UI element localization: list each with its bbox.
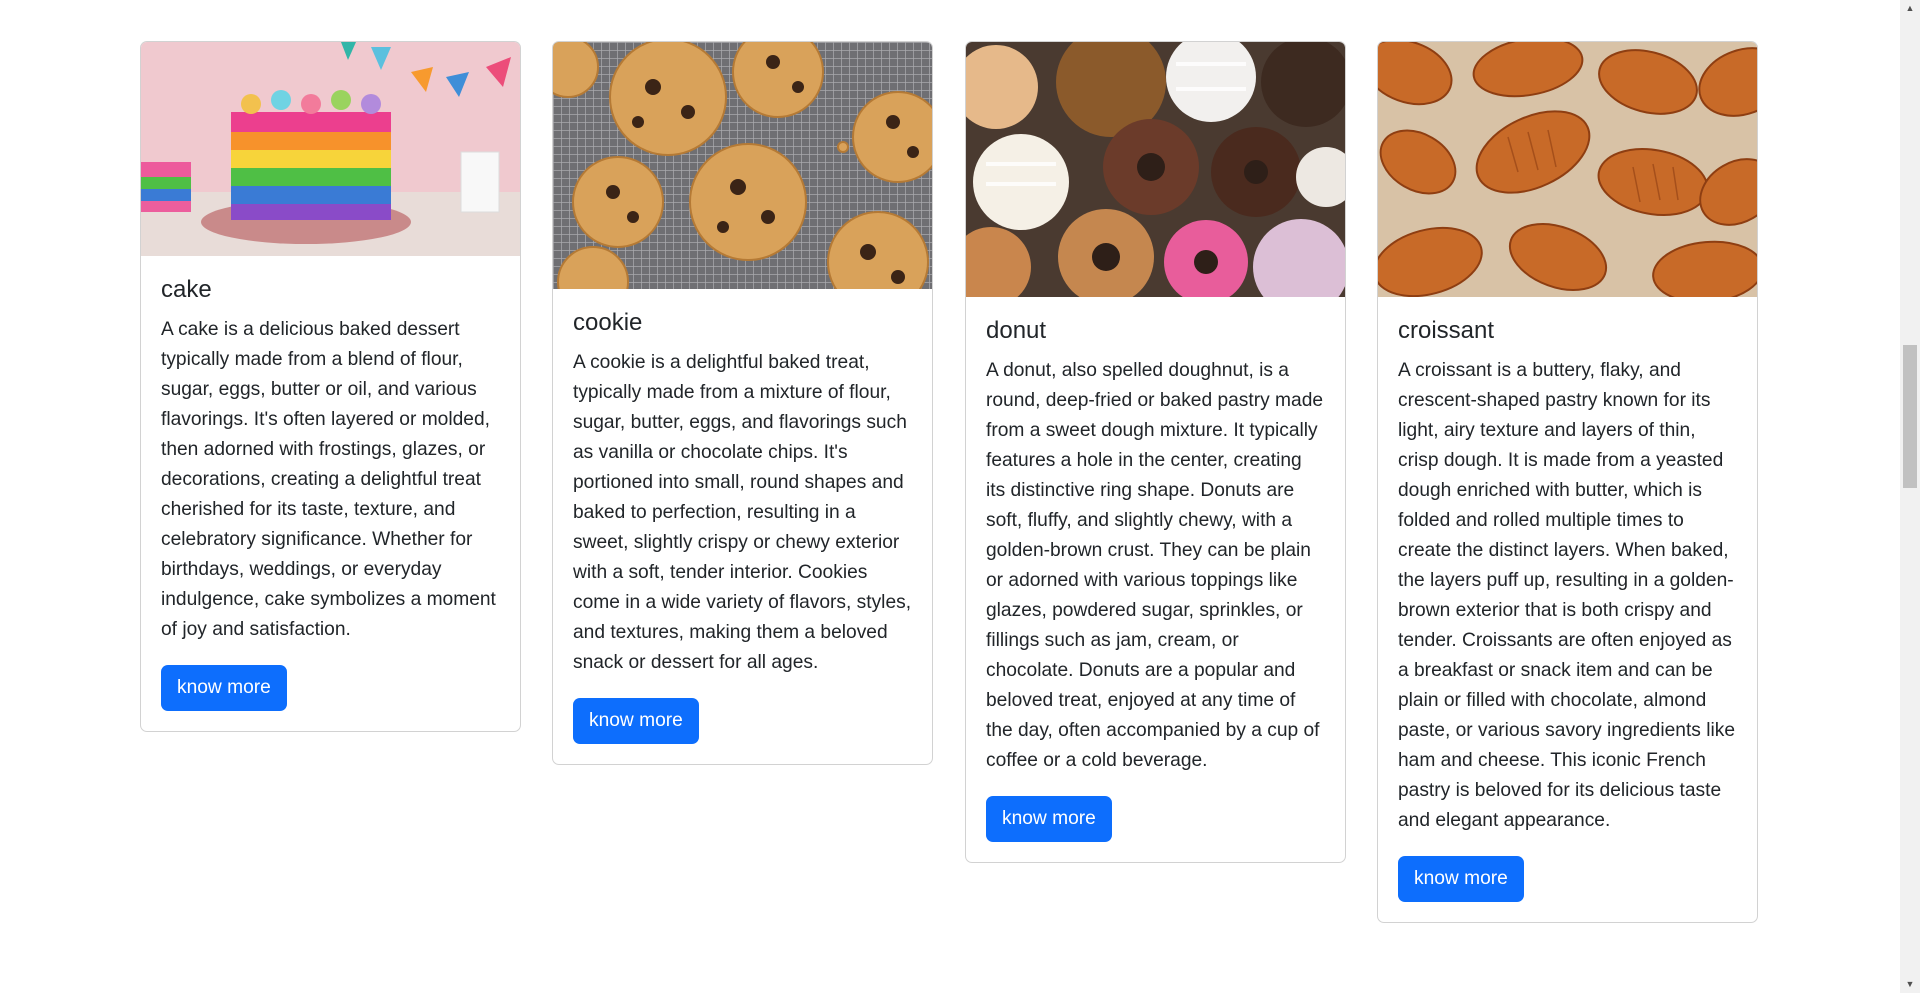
card-body: croissant A croissant is a buttery, flak… (1378, 297, 1757, 922)
card-donut: donut A donut, also spelled doughnut, is… (965, 41, 1346, 863)
card-title: cookie (573, 309, 643, 336)
card-body: cake A cake is a delicious baked dessert… (141, 256, 520, 731)
card-text: A donut, also spelled doughnut, is a rou… (986, 359, 1324, 771)
card-text: A cookie is a delightful baked treat, ty… (573, 351, 912, 673)
cake-image (141, 42, 520, 256)
cookie-image (553, 42, 932, 289)
card-title: croissant (1398, 317, 1495, 344)
scroll-up-arrow-icon[interactable]: ▲ (1900, 0, 1920, 17)
card-text: A croissant is a buttery, flaky, and cre… (1398, 359, 1736, 831)
vertical-scrollbar[interactable]: ▲ ▼ (1900, 0, 1920, 993)
know-more-button[interactable]: know more (986, 795, 1112, 842)
card-title: cake (161, 276, 212, 303)
know-more-button[interactable]: know more (161, 664, 287, 711)
card-text: A cake is a delicious baked dessert typi… (161, 318, 496, 640)
card-body: cookie A cookie is a delightful baked tr… (553, 289, 932, 764)
know-more-button[interactable]: know more (1398, 855, 1524, 902)
scrollbar-thumb[interactable] (1903, 345, 1917, 488)
card-body: donut A donut, also spelled doughnut, is… (966, 297, 1345, 862)
page: cake A cake is a delicious baked dessert… (0, 0, 1920, 993)
card-croissant: croissant A croissant is a buttery, flak… (1377, 41, 1758, 923)
card-title: donut (986, 317, 1047, 344)
card-cake: cake A cake is a delicious baked dessert… (140, 41, 521, 732)
donut-image (966, 42, 1345, 297)
croissant-image (1378, 42, 1757, 297)
card-cookie: cookie A cookie is a delightful baked tr… (552, 41, 933, 765)
know-more-button[interactable]: know more (573, 697, 699, 744)
scroll-down-arrow-icon[interactable]: ▼ (1900, 976, 1920, 993)
